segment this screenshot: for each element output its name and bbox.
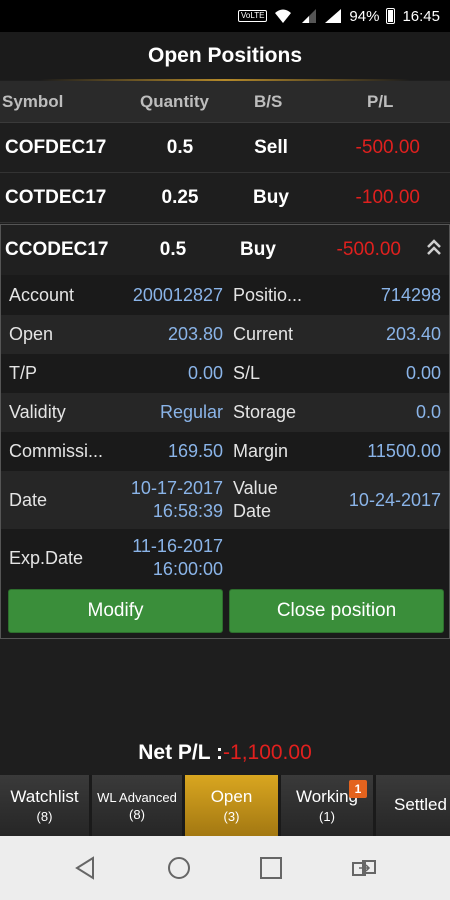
- sl-label: S/L: [233, 363, 261, 383]
- tab-settled[interactable]: Settled: [376, 775, 450, 836]
- detail-row-tp: T/P 0.00 S/L 0.00: [1, 354, 449, 393]
- storage-value: 0.0: [415, 402, 441, 422]
- clock: 16:45: [402, 7, 440, 25]
- page-header: Open Positions: [0, 32, 450, 80]
- account-label: Account: [9, 285, 75, 305]
- date-label: Date: [9, 489, 48, 510]
- position-pl: -100.00: [355, 186, 420, 208]
- date-value-time: 16:58:39: [152, 501, 223, 521]
- recents-icon[interactable]: [258, 855, 284, 881]
- position-side: Sell: [254, 136, 288, 158]
- position-pl: -500.00: [355, 136, 420, 158]
- current-label: Current: [233, 324, 294, 344]
- exp-date-value-time: 16:00:00: [152, 559, 223, 579]
- tab-working[interactable]: 1 Working (1): [281, 775, 376, 836]
- tp-value: 0.00: [187, 363, 223, 383]
- commission-label: Commissi...: [9, 441, 103, 461]
- value-date-label-line1: Value: [233, 478, 278, 498]
- position-pl: -500.00: [336, 239, 401, 260]
- position-row-expanded[interactable]: CCODEC17 0.5 Buy -500.00: [1, 225, 449, 275]
- position-row[interactable]: COFDEC17 0.5 Sell -500.00: [0, 123, 450, 173]
- value-date-value: 10-24-2017: [348, 489, 441, 510]
- position-symbol: COTDEC17: [5, 186, 107, 208]
- commission-value: 169.50: [167, 441, 223, 461]
- detail-row-exp-date: Exp.Date 11-16-2017 16:00:00: [1, 529, 449, 587]
- tab-label: WL Advanced: [97, 789, 177, 805]
- working-badge: 1: [349, 780, 367, 798]
- detail-row-open: Open 203.80 Current 203.40: [1, 315, 449, 354]
- tab-open[interactable]: Open (3): [185, 775, 281, 836]
- tab-label: Watchlist: [10, 787, 79, 806]
- date-value-day: 10-17-2017: [130, 478, 223, 498]
- detail-row-commission: Commissi... 169.50 Margin 11500.00: [1, 432, 449, 471]
- home-icon[interactable]: [166, 855, 192, 881]
- back-icon[interactable]: [73, 855, 99, 881]
- position-row[interactable]: COTDEC17 0.25 Buy -100.00: [0, 173, 450, 223]
- column-symbol[interactable]: Symbol: [2, 92, 63, 112]
- sl-value: 0.00: [405, 363, 441, 383]
- chevron-up-icon[interactable]: [426, 239, 442, 257]
- tab-count: (8): [129, 806, 145, 822]
- value-date-label-line2: Date: [233, 501, 272, 521]
- date-value: 10-17-2017 16:58:39: [131, 477, 223, 523]
- battery-icon: [386, 8, 396, 24]
- open-label: Open: [9, 324, 54, 344]
- position-detail-card: CCODEC17 0.5 Buy -500.00 Account 2000128…: [0, 224, 450, 639]
- status-bar: VoLTE 94% 16:45: [0, 0, 450, 32]
- page-title: Open Positions: [147, 44, 302, 67]
- value-date-label: Value Date: [233, 477, 278, 523]
- net-pl-value: -1,100.00: [223, 741, 312, 764]
- battery-percent: 94%: [349, 7, 380, 25]
- exp-date-label: Exp.Date: [9, 547, 84, 568]
- exp-date-value-day: 11-16-2017: [132, 536, 223, 556]
- tp-label: T/P: [9, 363, 38, 383]
- current-value: 203.40: [385, 324, 441, 344]
- signal-icon: [302, 9, 317, 23]
- detail-row-validity: Validity Regular Storage 0.0: [1, 393, 449, 432]
- position-id-value: 714298: [380, 285, 441, 305]
- column-headers: Symbol Quantity B/S P/L: [0, 81, 450, 123]
- tab-count: (3): [223, 809, 240, 824]
- position-id-label: Positio...: [233, 285, 303, 305]
- tab-watchlist[interactable]: Watchlist (8): [0, 775, 92, 836]
- tab-count: (1): [319, 809, 335, 824]
- position-quantity: 0.25: [161, 186, 199, 208]
- detail-row-account: Account 200012827 Positio... 714298: [1, 276, 449, 315]
- open-value: 203.80: [167, 324, 223, 344]
- net-pl: Net P/L : -1,100.00: [0, 733, 450, 773]
- detail-row-date: Date 10-17-2017 16:58:39 Value Date 10-2…: [1, 471, 449, 529]
- position-side: Buy: [240, 239, 276, 260]
- tab-label: Settled: [394, 794, 447, 814]
- modify-button[interactable]: Modify: [8, 589, 223, 633]
- account-value: 200012827: [132, 285, 223, 305]
- column-pl[interactable]: P/L: [367, 92, 393, 112]
- column-bs[interactable]: B/S: [254, 92, 282, 112]
- bottom-tabs: Watchlist (8) WL Advanced (8) Open (3) 1…: [0, 775, 450, 836]
- net-pl-label: Net P/L :: [138, 741, 224, 764]
- storage-label: Storage: [233, 402, 297, 422]
- column-quantity[interactable]: Quantity: [140, 92, 209, 112]
- position-quantity: 0.5: [166, 136, 194, 158]
- position-side: Buy: [253, 186, 289, 208]
- close-position-button[interactable]: Close position: [229, 589, 444, 633]
- exp-date-value: 11-16-2017 16:00:00: [132, 535, 223, 581]
- system-nav-bar: [0, 836, 450, 900]
- position-symbol: COFDEC17: [5, 136, 107, 158]
- validity-label: Validity: [9, 402, 66, 422]
- tab-wl-advanced[interactable]: WL Advanced (8): [92, 775, 185, 836]
- validity-value: Regular: [159, 402, 223, 422]
- margin-label: Margin: [233, 441, 289, 461]
- position-quantity: 0.5: [159, 239, 187, 260]
- margin-value: 11500.00: [367, 441, 441, 461]
- wifi-icon: [275, 9, 292, 23]
- switch-icon[interactable]: [351, 855, 377, 881]
- position-symbol: CCODEC17: [5, 239, 109, 260]
- tab-label: Open: [210, 787, 253, 806]
- volte-icon: VoLTE: [238, 10, 268, 22]
- signal-full-icon: [325, 9, 342, 23]
- tab-count: (8): [36, 809, 53, 824]
